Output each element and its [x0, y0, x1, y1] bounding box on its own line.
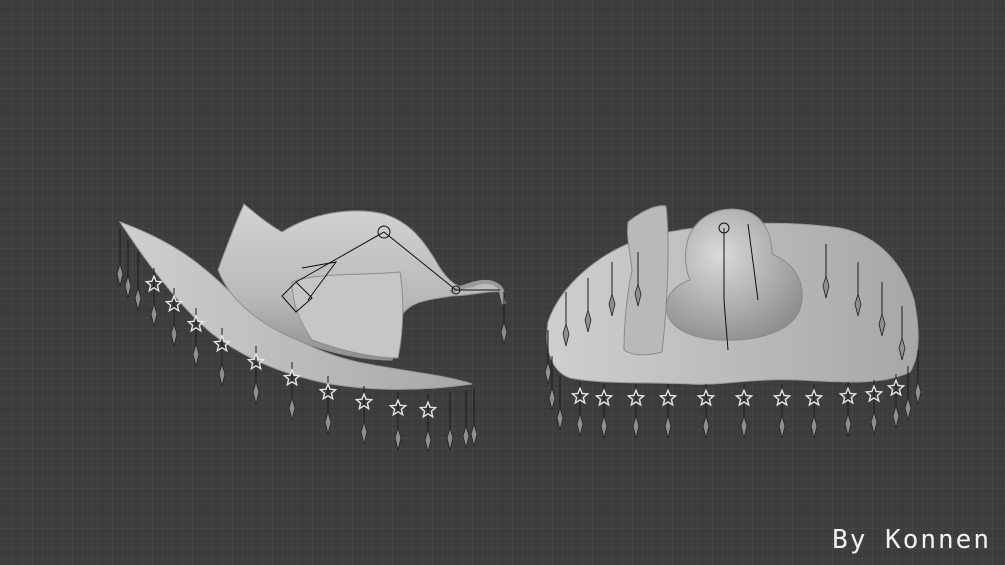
- ornament-chain: [594, 384, 614, 439]
- ornament-chain: [734, 384, 754, 439]
- ornament-chain: [804, 384, 824, 439]
- ornament-chain: [696, 384, 716, 439]
- viewport[interactable]: By Konnen: [0, 0, 1005, 565]
- ornament-chain: [446, 392, 454, 451]
- ornament-chain: [354, 386, 374, 445]
- scene: [116, 203, 922, 453]
- ornament-chain: [124, 240, 132, 299]
- ornament-chain: [134, 252, 142, 311]
- ornament-chain: [658, 384, 678, 439]
- right-hat-model[interactable]: [544, 205, 922, 439]
- ornament-chain: [462, 390, 470, 449]
- ornament-chain: [864, 380, 884, 435]
- ornament-chain: [838, 382, 858, 437]
- ornament-chain: [556, 376, 564, 431]
- right-hat-fold: [623, 205, 669, 356]
- ornament-chain: [626, 384, 646, 439]
- ornament-chain: [418, 394, 438, 453]
- credit-text: By Konnen: [832, 525, 991, 555]
- left-hat-model[interactable]: [116, 203, 508, 453]
- ornament-chain: [886, 374, 906, 429]
- ornament-chain: [470, 388, 478, 447]
- ornament-chain: [772, 384, 792, 439]
- ornament-chain: [388, 392, 408, 451]
- ornament-chain: [570, 382, 590, 437]
- ornament-chain: [116, 228, 124, 287]
